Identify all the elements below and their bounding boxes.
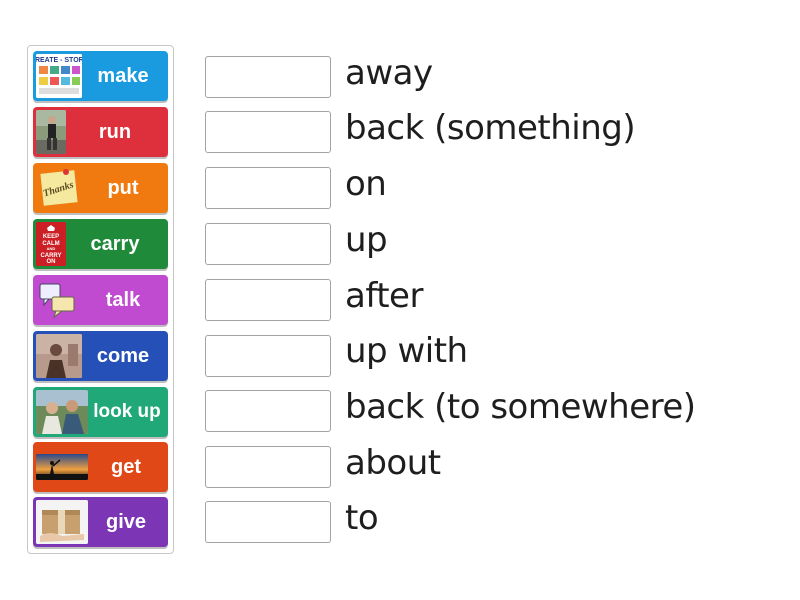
keep-calm-carry-on-icon: KEEP CALM AND CARRY ON — [36, 222, 66, 266]
tile-look-up[interactable]: look up — [33, 387, 168, 437]
speech-bubbles-icon — [36, 278, 82, 322]
tile-label: make — [97, 64, 149, 87]
tile-label: look up — [93, 401, 161, 422]
drop-slot-3[interactable] — [205, 167, 331, 209]
runner-photo-icon — [36, 110, 66, 154]
drop-slot-8[interactable] — [205, 446, 331, 488]
drop-slot-7[interactable] — [205, 390, 331, 432]
create-a-story-icon: CREATE - STORY — [36, 54, 82, 98]
drop-slot-2[interactable] — [205, 111, 331, 153]
portrait-photo-icon — [36, 334, 82, 378]
phrase-1: away — [345, 53, 433, 93]
tile-label: carry — [90, 232, 140, 255]
phrase-5: after — [345, 276, 423, 316]
tile-carry[interactable]: KEEP CALM AND CARRY ON carry — [33, 219, 168, 269]
tile-put[interactable]: Thanks put — [33, 163, 168, 213]
tile-talk[interactable]: talk — [33, 275, 168, 325]
tile-label: put — [107, 176, 139, 199]
phrase-2: back (something) — [345, 108, 636, 148]
drop-slot-5[interactable] — [205, 279, 331, 321]
phrase-4: up — [345, 220, 388, 260]
phrase-6: up with — [345, 331, 468, 371]
svg-text:ON: ON — [47, 259, 56, 265]
drop-slot-6[interactable] — [205, 335, 331, 377]
tile-label: run — [98, 120, 132, 143]
tile-label: come — [96, 344, 150, 367]
svg-text:AND: AND — [47, 246, 56, 251]
drop-slot-1[interactable] — [205, 56, 331, 98]
men-looking-up-photo-icon — [36, 390, 88, 434]
phrase-3: on — [345, 164, 387, 204]
box-handover-icon — [36, 500, 88, 544]
phrase-8: about — [345, 443, 441, 483]
drop-slot-9[interactable] — [205, 501, 331, 543]
svg-text:KEEP: KEEP — [43, 234, 59, 240]
sunset-silhouette-photo-icon — [36, 454, 88, 480]
tile-label: talk — [105, 288, 141, 311]
tile-label: get — [111, 455, 141, 478]
phrase-9: to — [345, 498, 379, 538]
tile-get[interactable]: get — [33, 442, 168, 492]
tile-label: give — [105, 510, 147, 533]
tile-give[interactable]: give — [33, 497, 168, 547]
tile-run[interactable]: run — [33, 107, 168, 157]
tile-make[interactable]: CREATE - STORY make — [33, 51, 168, 101]
thanks-note-icon: Thanks — [36, 166, 82, 210]
tile-come[interactable]: come — [33, 331, 168, 381]
svg-text:CREATE - STORY: CREATE - STORY — [36, 57, 82, 64]
drop-slot-4[interactable] — [205, 223, 331, 265]
phrase-7: back (to somewhere) — [345, 387, 696, 427]
